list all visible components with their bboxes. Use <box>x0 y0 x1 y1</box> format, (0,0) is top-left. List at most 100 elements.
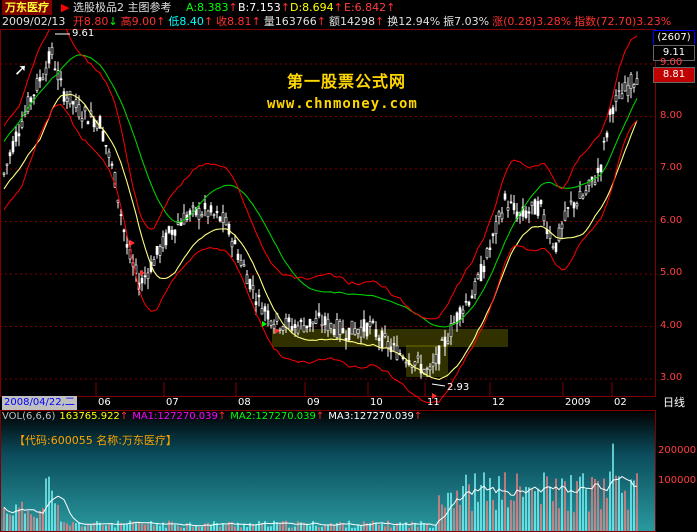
candle-body <box>215 211 219 214</box>
time-axis-label: 12 <box>492 397 505 408</box>
candle-body <box>470 295 474 299</box>
candle-body <box>584 190 588 195</box>
candle-body <box>335 319 339 338</box>
candle-body <box>200 214 204 217</box>
candle-body <box>374 329 378 337</box>
candle-body <box>233 239 237 245</box>
volume-legend-item: 163765.922 <box>59 411 120 422</box>
volume-chart[interactable] <box>0 410 697 532</box>
indicator-e: E:6.842↑ <box>344 0 395 15</box>
candle-body <box>29 97 33 103</box>
candle-body <box>143 275 147 278</box>
candle-body <box>578 191 582 199</box>
candle-body <box>605 132 609 138</box>
candle-body <box>242 264 246 267</box>
volume-axis-label: 100000 <box>658 475 697 486</box>
candle-body <box>332 329 336 335</box>
candle-body <box>236 253 240 260</box>
candle-body <box>533 199 537 215</box>
candle-body <box>635 78 639 85</box>
candle-body <box>53 68 57 71</box>
candle-body <box>224 216 228 226</box>
candle-body <box>353 328 357 335</box>
candle-body <box>68 90 72 105</box>
candle-body <box>548 232 552 239</box>
candle-body <box>611 107 615 114</box>
volume-legend-item: MA3:127270.039 <box>328 411 414 422</box>
candle-body <box>404 361 408 364</box>
indicator-value: D:8.694 <box>290 1 334 14</box>
candle-body <box>368 321 372 327</box>
arrow-up-icon: ↑ <box>375 15 385 28</box>
candle-body <box>377 337 381 341</box>
quote-item: 指数(72.70)3.23% <box>574 15 672 28</box>
candle-body <box>38 77 42 82</box>
candle-body <box>554 242 558 252</box>
candle-body <box>173 229 177 236</box>
candle-body <box>8 152 12 157</box>
candle-body <box>212 214 216 216</box>
ma-red-lower-line <box>3 104 638 404</box>
candle-body <box>425 368 429 370</box>
candle-body <box>119 214 123 216</box>
candle-body <box>440 339 444 341</box>
candle-body <box>602 140 606 143</box>
time-axis-label: 11 <box>427 397 440 408</box>
candle-body <box>380 330 384 349</box>
arrow-up-icon: ↑ <box>156 15 166 28</box>
candle-body <box>86 121 90 125</box>
low-annotation-line <box>431 383 446 387</box>
candle-body <box>530 201 534 206</box>
candle-body <box>314 318 318 324</box>
price-axis-label: 8.00 <box>660 109 683 121</box>
triangle-right-icon[interactable]: ▶ <box>61 0 69 15</box>
price-axis-label: 5.00 <box>660 267 683 278</box>
candle-body <box>161 236 165 249</box>
candle-body <box>248 279 252 290</box>
candle-body <box>557 227 561 242</box>
candle-body <box>593 181 597 185</box>
candle-body <box>632 84 636 88</box>
volume-legend: VOL(6,6,6) 163765.922↑ MA1:127270.039↑ MA2:… <box>2 410 426 424</box>
candle-body <box>59 78 63 81</box>
candle-body <box>431 362 435 367</box>
candle-body <box>254 301 258 306</box>
candle-body <box>146 272 150 280</box>
candle-body <box>614 94 618 102</box>
current-price-box: 8.81 <box>653 67 695 83</box>
candle-body <box>500 212 504 220</box>
indicator-a: A:8.383↑ <box>186 0 238 15</box>
candle-body <box>77 104 81 118</box>
price-axis-label: 3.00 <box>660 372 683 383</box>
arrow-up-icon: ↑ <box>119 411 129 422</box>
arrow-up-icon: ↑ <box>228 1 238 14</box>
candle-body <box>446 340 450 344</box>
candle-body <box>197 208 201 220</box>
candle-body <box>383 333 387 337</box>
candle-body <box>623 82 627 92</box>
candle-body <box>620 93 624 100</box>
arrow-up-icon: ↑ <box>251 15 261 28</box>
candle-body <box>260 308 264 315</box>
candle-body <box>74 99 78 108</box>
indicator-value: E:6.842 <box>344 1 387 14</box>
candle-body <box>17 133 21 137</box>
stock-name-tab[interactable]: 万东医疗 <box>2 0 52 15</box>
candle-body <box>269 320 273 326</box>
candle-body <box>563 210 567 221</box>
quote-item: 额14298 <box>329 15 375 28</box>
time-axis-label: 07 <box>166 397 179 408</box>
candle-body <box>140 277 144 284</box>
candle-body <box>278 328 282 331</box>
candle-body <box>245 274 249 285</box>
indicator-b: B:7.153↑ <box>238 0 290 15</box>
price-axis-label: 4.00 <box>660 319 683 331</box>
candle-body <box>101 130 105 142</box>
candle-body <box>14 131 18 142</box>
time-axis-label: 2009 <box>565 397 591 408</box>
candle-body <box>122 229 126 233</box>
candle-body <box>251 285 255 291</box>
candle-body <box>326 318 330 331</box>
formula-name[interactable]: 选股极品2 主图参考 <box>73 0 172 15</box>
period-label[interactable]: 日线 <box>663 396 685 410</box>
